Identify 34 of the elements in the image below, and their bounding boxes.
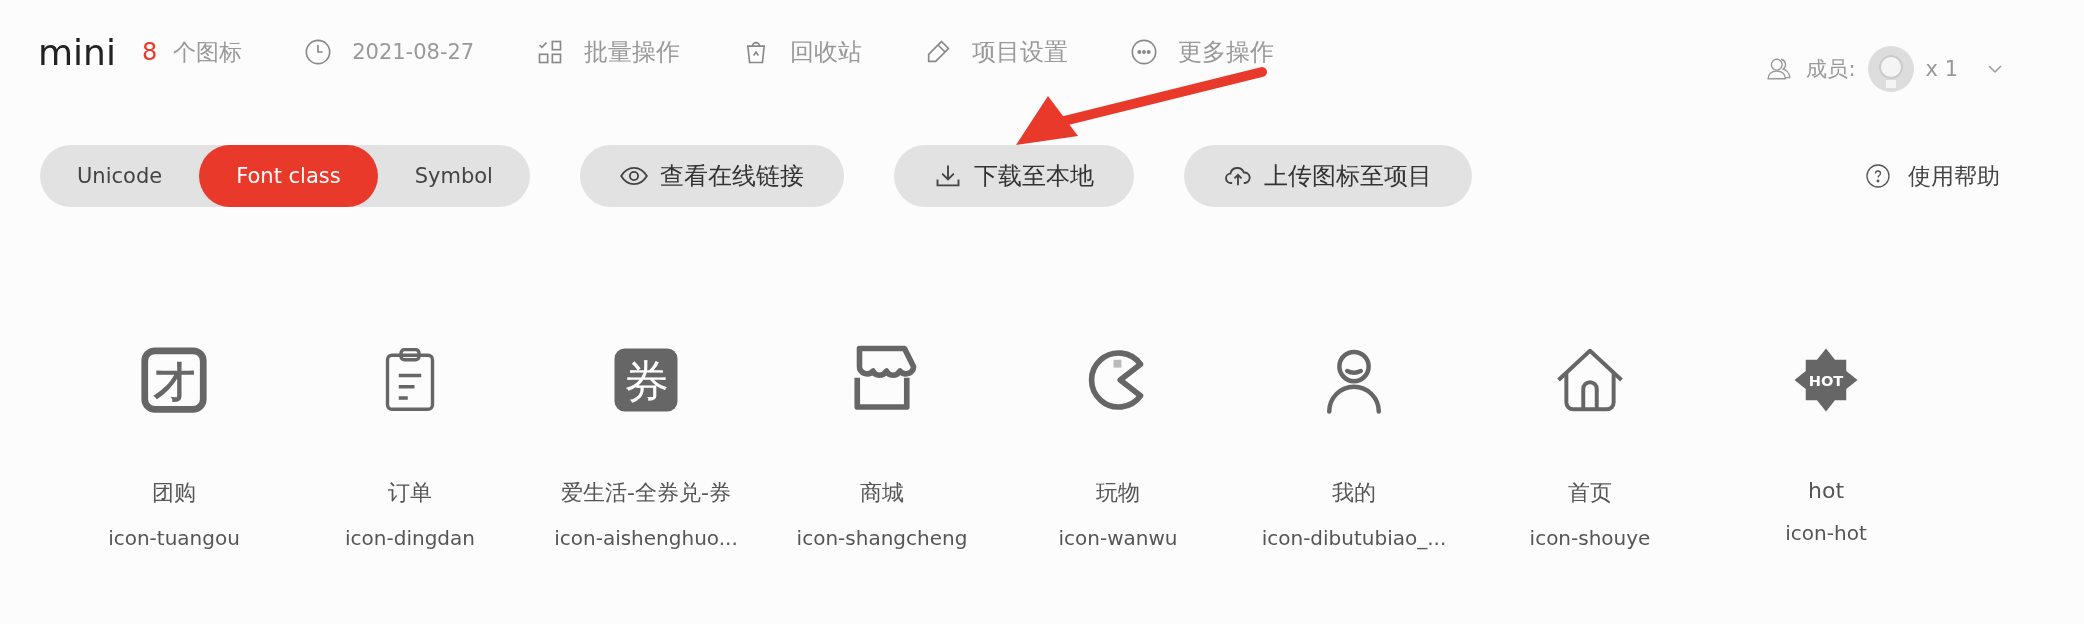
format-tab[interactable]: Unicode [40,145,200,207]
members-label: 成员: [1806,56,1856,83]
icon-name: 商城 [860,479,904,507]
icon-class-name: icon-hot [1785,521,1867,545]
count-label: 个图标 [173,37,243,67]
icon-class-name: icon-dibutubiao_... [1261,526,1447,550]
icon-count: 8 [141,38,158,66]
members-count: x 1 [1925,57,1958,81]
project-title: mini [38,31,116,73]
icon-class-name: icon-wanwu [1058,526,1178,550]
icon-name: 爱生活-全券兑-券 [561,479,731,507]
icon-class-name: icon-tuangou [108,526,240,550]
avatar-icon[interactable] [1867,46,1914,92]
project-date: 2021-08-27 [352,40,475,64]
icon-name: hot [1808,478,1844,503]
icon-class-name: icon-shangcheng [796,526,968,550]
icon-name: 我的 [1332,479,1376,507]
icon-name: 订单 [388,479,432,507]
icon-name: 玩物 [1096,479,1140,507]
format-tab[interactable]: Font class [199,145,378,207]
format-tab[interactable]: Symbol [377,145,530,207]
icon-class-name: icon-shouye [1529,526,1651,550]
help-link[interactable]: 使用帮助 [1908,160,2000,192]
clock-icon [304,38,333,66]
icon-name: 团购 [152,479,196,507]
help-icon [1866,164,1890,188]
download-button[interactable]: 下载至本地 [893,145,1134,207]
upload-button[interactable]: 上传图标至项目 [1183,145,1472,207]
icon-class-name: icon-dingdan [345,526,475,550]
more-icon [1130,38,1159,66]
view-button[interactable]: 查看在线链接 [579,145,844,207]
icon-name: 首页 [1568,479,1612,507]
icon-class-name: icon-aishenghuo... [554,526,738,550]
square-character-icon: 才 [138,344,210,416]
